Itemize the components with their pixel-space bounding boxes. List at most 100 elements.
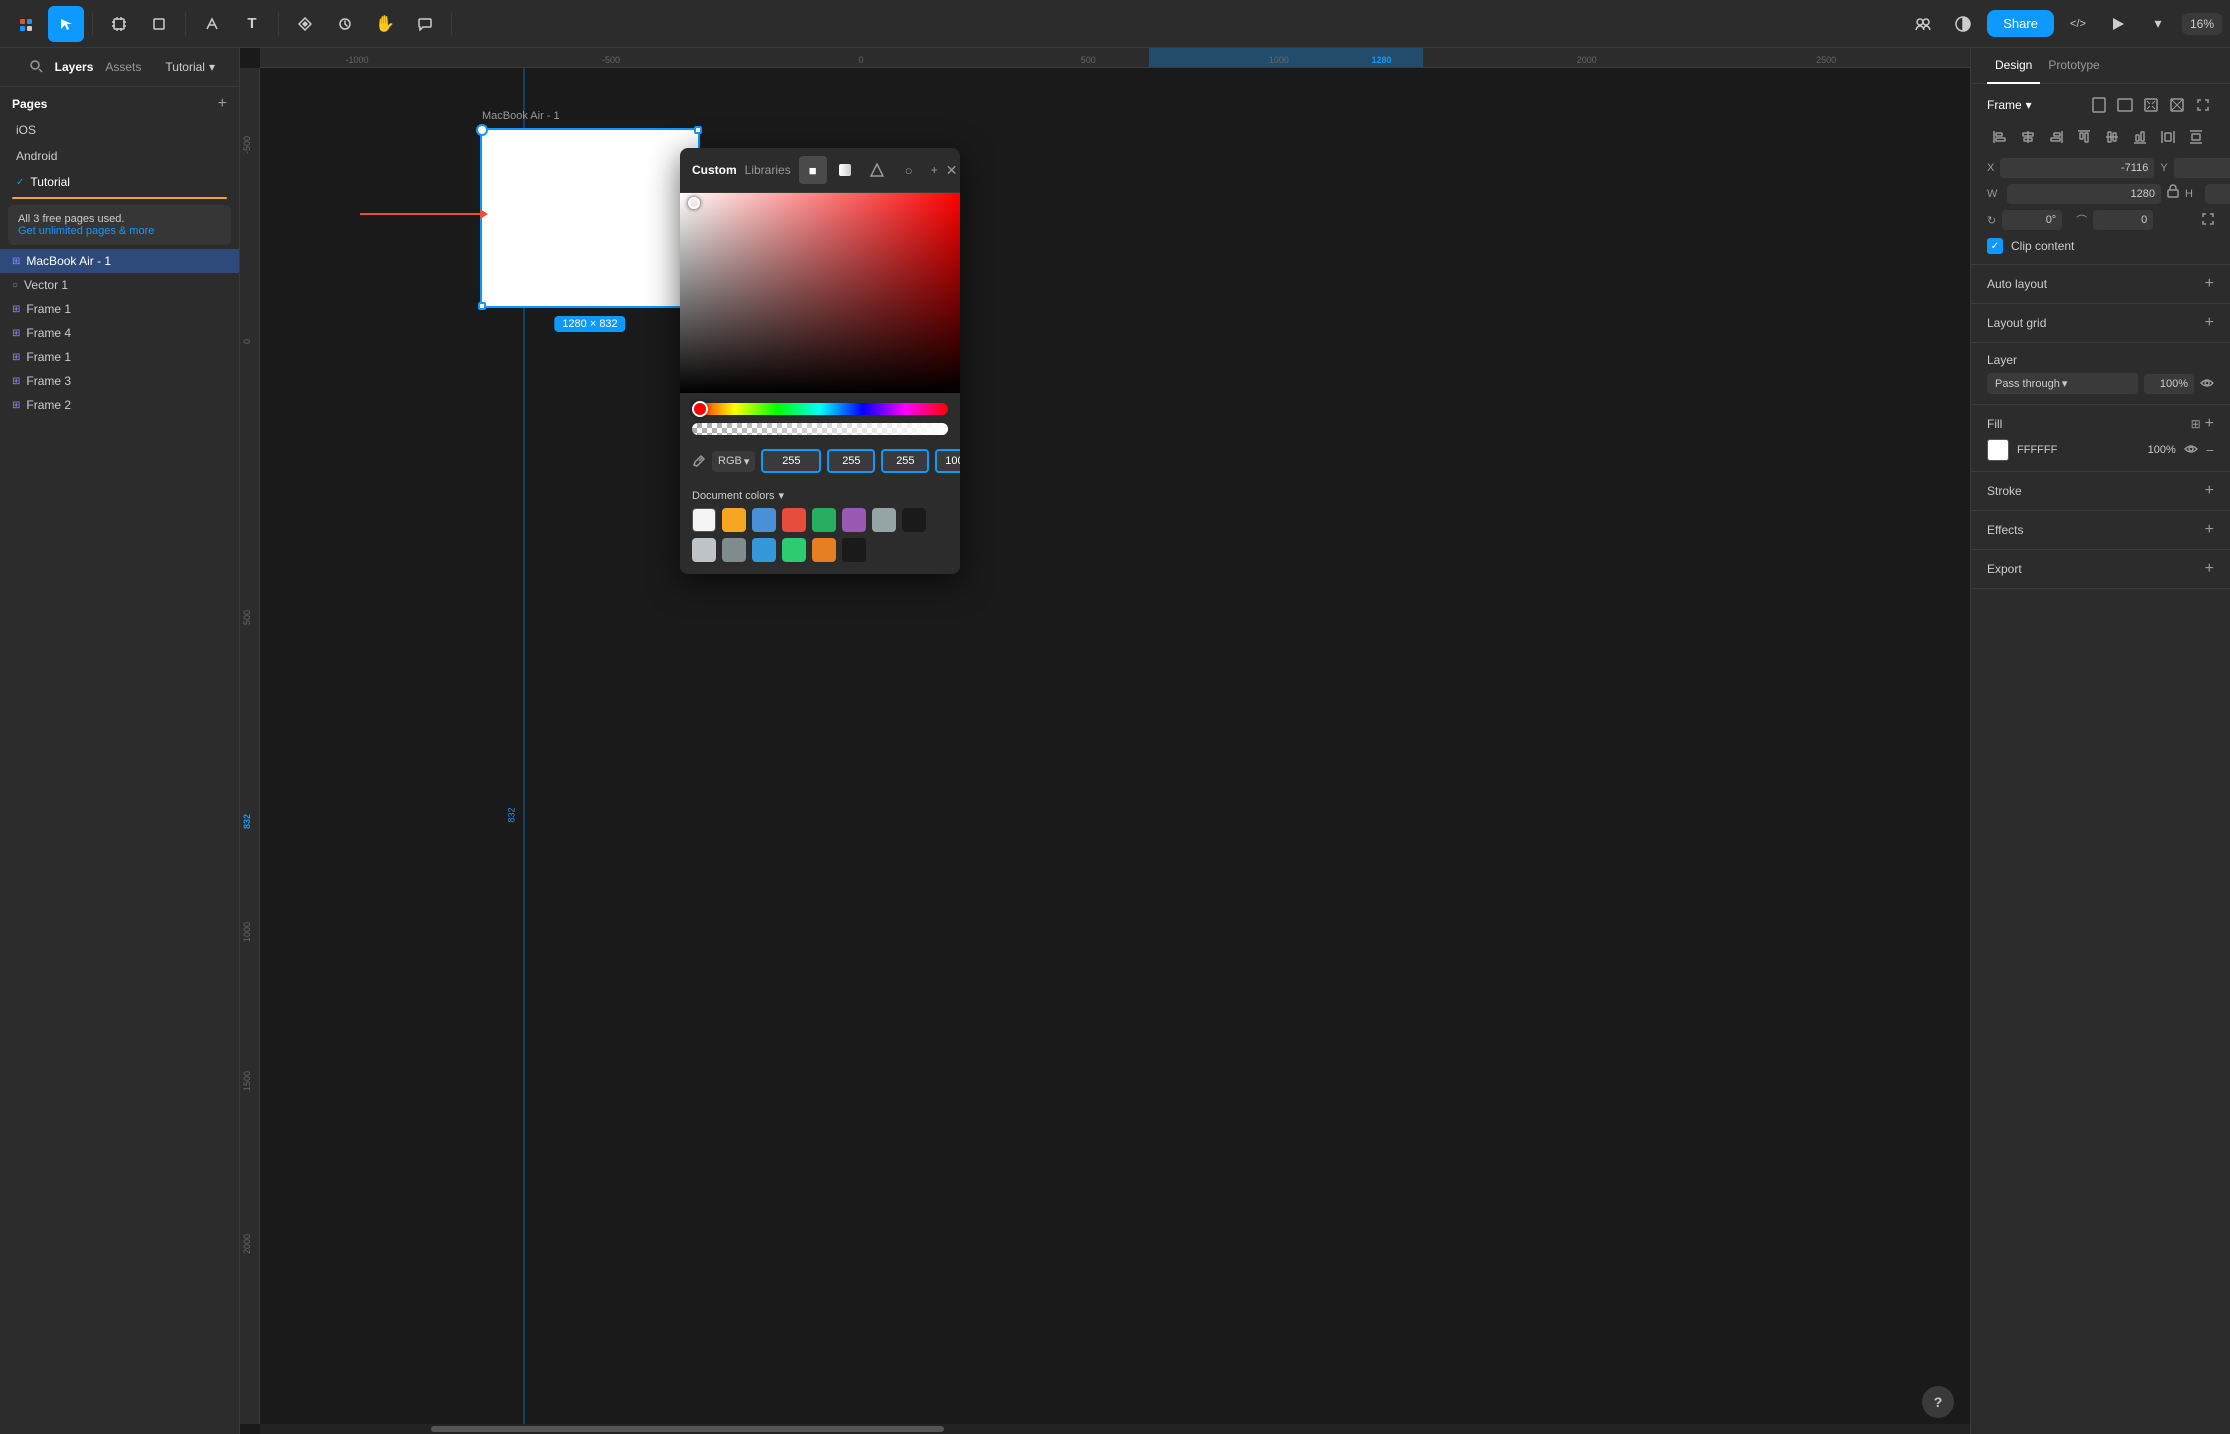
stroke-add-btn[interactable]: +	[2205, 482, 2214, 500]
y-input[interactable]	[2174, 158, 2230, 178]
align-left-btn[interactable]	[1987, 124, 2013, 150]
design-tab[interactable]: Design	[1987, 48, 2040, 84]
swatch-10[interactable]	[752, 538, 776, 562]
r-input[interactable]	[761, 449, 821, 473]
swatch-12[interactable]	[812, 538, 836, 562]
canvas-area[interactable]: -1000 -500 0 500 1000 1280 2000 2500 -50…	[240, 48, 1970, 1434]
component-tool[interactable]	[287, 6, 323, 42]
shape-tool[interactable]	[141, 6, 177, 42]
opacity-input[interactable]	[2144, 374, 2194, 394]
help-button[interactable]: ?	[1922, 1386, 1954, 1418]
layer-frame1-b[interactable]: ⊞ Frame 1	[0, 345, 239, 369]
lock-aspect-btn[interactable]	[2167, 184, 2179, 204]
frame-portrait-icon[interactable]	[2088, 94, 2110, 116]
frame-fit-icon[interactable]	[2140, 94, 2162, 116]
expand-corners-btn[interactable]	[2202, 213, 2214, 228]
layer-frame2[interactable]: ⊞ Frame 2	[0, 393, 239, 417]
picker-tab-custom[interactable]: Custom	[692, 159, 737, 181]
x-input[interactable]	[2000, 158, 2154, 178]
distribute-h-btn[interactable]	[2155, 124, 2181, 150]
swatch-7[interactable]	[902, 508, 926, 532]
community-btn[interactable]	[1907, 8, 1939, 40]
comment-tool[interactable]	[407, 6, 443, 42]
fill-add-btn[interactable]: +	[2205, 415, 2214, 433]
page-ios[interactable]: iOS	[4, 117, 235, 143]
zoom-label[interactable]: 16%	[2182, 13, 2222, 35]
frame-tool[interactable]	[101, 6, 137, 42]
hue-slider[interactable]	[692, 403, 948, 415]
present-btn[interactable]	[2102, 8, 2134, 40]
doc-colors-header[interactable]: Document colors ▾	[680, 483, 960, 508]
upgrade-link[interactable]: Get unlimited pages & more	[18, 225, 221, 237]
resize-handle-bl[interactable]	[478, 302, 486, 310]
radial-gradient-icon[interactable]	[863, 156, 891, 184]
present-dropdown[interactable]: ▾	[2142, 8, 2174, 40]
swatch-8[interactable]	[692, 538, 716, 562]
h-input[interactable]	[2205, 184, 2230, 204]
share-button[interactable]: Share	[1987, 10, 2054, 37]
align-center-h-btn[interactable]	[2015, 124, 2041, 150]
layer-frame4[interactable]: ⊞ Frame 4	[0, 321, 239, 345]
pen-tool[interactable]	[194, 6, 230, 42]
frame-expand-icon[interactable]	[2192, 94, 2214, 116]
picker-add-btn[interactable]: +	[931, 163, 938, 177]
frame-title[interactable]: Frame ▾	[1987, 98, 2032, 112]
search-icon[interactable]	[29, 59, 43, 76]
h-scrollbar-thumb[interactable]	[431, 1426, 944, 1432]
text-tool[interactable]: T	[234, 6, 270, 42]
resize-handle-tr[interactable]	[694, 126, 702, 134]
resources-tool[interactable]	[327, 6, 363, 42]
fill-remove-btn[interactable]: −	[2206, 442, 2214, 458]
assets-tab[interactable]: Assets	[105, 56, 141, 78]
w-input[interactable]	[2007, 184, 2161, 204]
eyedropper-btn[interactable]	[692, 447, 706, 475]
alpha-input[interactable]	[935, 449, 960, 473]
align-top-btn[interactable]	[2071, 124, 2097, 150]
frame-landscape-icon[interactable]	[2114, 94, 2136, 116]
swatch-2[interactable]	[752, 508, 776, 532]
rotation-input[interactable]	[2002, 210, 2062, 230]
swatch-0[interactable]	[692, 508, 716, 532]
layout-grid-add-btn[interactable]: +	[2205, 314, 2214, 332]
frame-fill-icon[interactable]	[2166, 94, 2188, 116]
theme-btn[interactable]	[1947, 8, 1979, 40]
layers-tab[interactable]: Layers	[55, 56, 94, 78]
swatch-11[interactable]	[782, 538, 806, 562]
menu-button[interactable]	[8, 6, 44, 42]
fill-color-swatch[interactable]	[1987, 439, 2009, 461]
solid-type-icon[interactable]: ■	[799, 156, 827, 184]
color-mode-select[interactable]: RGB▾	[712, 451, 755, 472]
layer-visibility-btn[interactable]	[2200, 377, 2214, 391]
blend-mode-select[interactable]: Pass through ▾	[1987, 373, 2138, 394]
g-input[interactable]	[827, 449, 875, 473]
align-right-btn[interactable]	[2043, 124, 2069, 150]
page-android[interactable]: Android	[4, 143, 235, 169]
hand-tool[interactable]: ✋	[367, 6, 403, 42]
select-tool[interactable]	[48, 6, 84, 42]
auto-layout-add-btn[interactable]: +	[2205, 275, 2214, 293]
tutorial-dropdown[interactable]: Tutorial ▾	[153, 56, 227, 78]
picker-tab-libraries[interactable]: Libraries	[745, 159, 791, 181]
swatch-4[interactable]	[812, 508, 836, 532]
swatch-13[interactable]	[842, 538, 866, 562]
swatch-5[interactable]	[842, 508, 866, 532]
layer-macbook-air[interactable]: ⊞ MacBook Air - 1	[0, 249, 239, 273]
distribute-v-btn[interactable]	[2183, 124, 2209, 150]
b-input[interactable]	[881, 449, 929, 473]
clip-content-checkbox[interactable]: ✓	[1987, 238, 2003, 254]
effects-add-btn[interactable]: +	[2205, 521, 2214, 539]
export-add-btn[interactable]: +	[2205, 560, 2214, 578]
layer-vector-1[interactable]: ○ Vector 1	[0, 273, 239, 297]
corner-input[interactable]	[2093, 210, 2153, 230]
color-gradient-area[interactable]	[680, 193, 960, 393]
page-tutorial[interactable]: ✓ Tutorial	[4, 169, 235, 195]
fill-visibility-btn[interactable]	[2184, 443, 2198, 457]
opacity-icon[interactable]: ○	[895, 156, 923, 184]
add-page-button[interactable]: +	[218, 95, 227, 113]
layer-frame3[interactable]: ⊞ Frame 3	[0, 369, 239, 393]
prototype-tab[interactable]: Prototype	[2040, 48, 2107, 84]
picker-close-btn[interactable]: ✕	[946, 162, 958, 179]
alpha-slider[interactable]	[692, 423, 948, 435]
layer-frame1-a[interactable]: ⊞ Frame 1	[0, 297, 239, 321]
align-middle-btn[interactable]	[2099, 124, 2125, 150]
